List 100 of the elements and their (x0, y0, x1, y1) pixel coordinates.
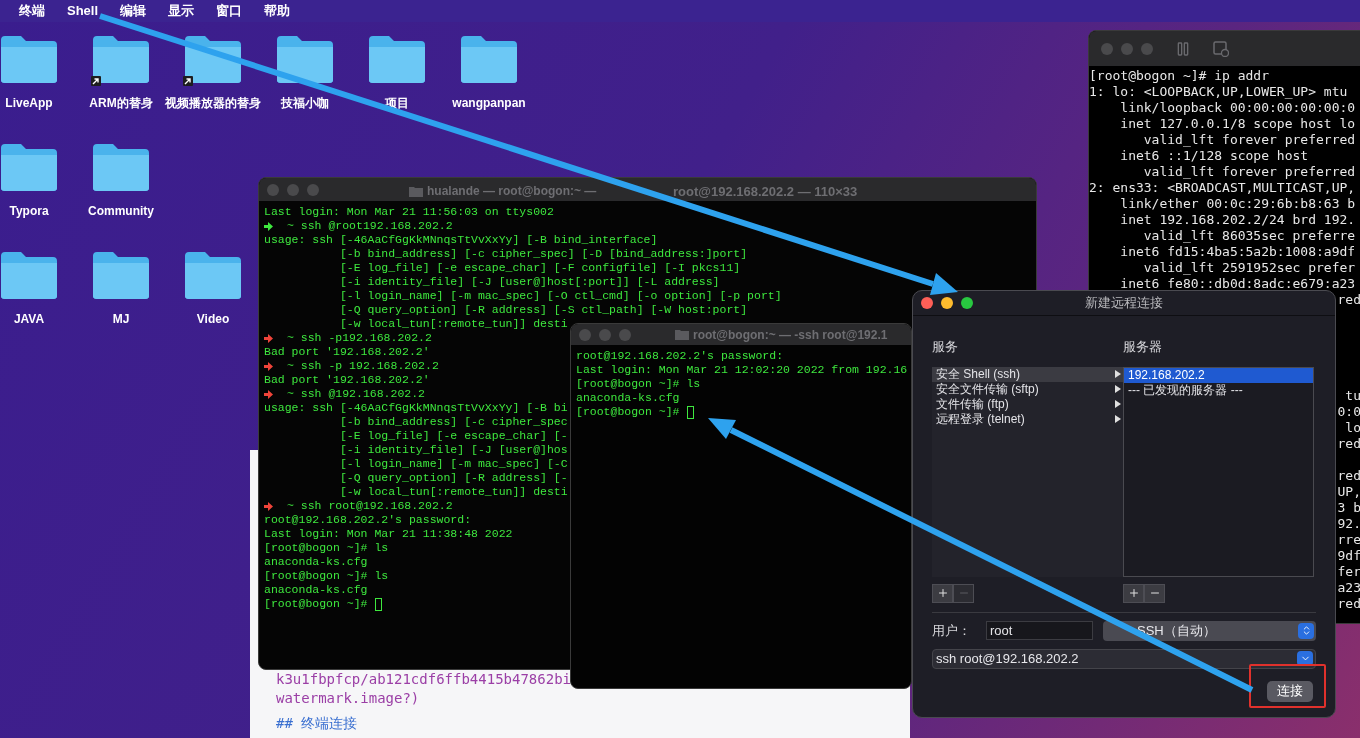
snapshot-icon[interactable] (1213, 40, 1229, 57)
folder-label: 视频播放器的替身 (165, 95, 261, 112)
console-line: 3 b (1337, 500, 1360, 516)
folder-label: Typora (9, 203, 49, 220)
folder-icon (409, 185, 423, 197)
pause-icon[interactable] (1175, 40, 1191, 57)
terminal-line: Last login: Mon Mar 21 12:02:20 2022 from 192.16 (576, 362, 908, 379)
menu-item[interactable]: 编辑 (120, 1, 147, 21)
console-line: inet6 fe80::db0d:8adc:e679:a23 (1119, 276, 1356, 292)
terminal-line: [-l login_name] [-m mac_spec] [-C (338, 456, 568, 473)
folder-icon (275, 34, 335, 84)
console-line: red (1337, 436, 1360, 452)
menu-item[interactable]: Shell (67, 1, 99, 21)
folder-label: wangpanpan (452, 95, 526, 112)
folder-label: MJ (112, 311, 130, 328)
dialog-title: 新建远程连接 (1084, 294, 1164, 313)
terminal-line: [root@bogon ~]# (576, 404, 680, 421)
terminal-line: ~ ssh @192.168.202.2 (287, 386, 426, 403)
console-line: a23 (1337, 580, 1360, 596)
console-line: inet6 fd15:4ba5:5a2b:1008:a9df (1119, 244, 1356, 260)
menu-item[interactable]: 帮助 (264, 1, 291, 21)
console-line: red (1337, 596, 1360, 612)
folder-icon (0, 34, 59, 84)
zoom-button[interactable] (961, 297, 973, 309)
desktop-folder[interactable]: JAVA (0, 250, 75, 346)
terminal-line: [root@bogon ~]# ls (576, 376, 701, 393)
folder-icon (0, 250, 59, 300)
folder-icon (91, 250, 151, 300)
terminal-line: Last login: Mon Mar 21 11:38:48 2022 (264, 526, 513, 543)
terminal-line: ~ ssh root@192.168.202.2 (287, 498, 453, 515)
folder-label: LiveApp (5, 95, 53, 112)
folder-label: Community (88, 203, 154, 220)
console-line: rre (1337, 532, 1360, 548)
folder-icon (183, 250, 243, 300)
terminal-line: [root@bogon ~]# ls (264, 568, 389, 585)
terminal-line: ~ ssh @root192.168.202.2 (287, 218, 453, 235)
terminal-line: usage: ssh [-46AaCfGgKkMNnqsTtVvXxYy] [-B bind_interface] (264, 232, 658, 249)
desktop-folder[interactable]: 视频播放器的替身 (167, 34, 259, 130)
terminal-line: usage: ssh [-46AaCfGgKkMNnqsTtVvXxYy] [-B bi (264, 400, 568, 417)
list-item[interactable]: 远程登录 (telnet) (932, 411, 1123, 427)
list-item[interactable]: 192.168.202.2 (1124, 367, 1313, 383)
console-line: fer (1337, 564, 1360, 580)
column-heading: 服务 (932, 338, 958, 356)
list-item[interactable]: --- 已发现的服务器 --- (1124, 382, 1313, 398)
console-line: valid_lft forever preferred (1142, 132, 1356, 148)
terminal-line: anaconda-ks.cfg (576, 390, 680, 407)
desktop-folder[interactable]: LiveApp (0, 34, 75, 130)
terminal-line: ~ ssh -p 192.168.202.2 (287, 358, 439, 375)
folder-icon (675, 329, 689, 340)
user-field[interactable]: root (986, 621, 1093, 640)
window-title: root@bogon:~ — -ssh root@192.1 (693, 326, 888, 344)
list-item[interactable]: 文件传输 (ftp) (932, 396, 1123, 412)
folder-label: ARM的替身 (89, 95, 153, 112)
terminal-line: [-i identity_file] [-J [user@]host[:port]] [-L address] (338, 274, 720, 291)
connect-button[interactable]: 连接 (1267, 680, 1313, 702)
terminal-line: ~ ssh -p192.168.202.2 (287, 330, 432, 347)
desktop-folder[interactable]: Video (167, 250, 259, 346)
close-button[interactable] (921, 297, 933, 309)
menu-item[interactable]: 窗口 (216, 1, 243, 21)
menu-item[interactable]: 终端 (19, 1, 45, 21)
folder-icon (459, 34, 519, 84)
desktop-folder[interactable]: Community (75, 142, 167, 238)
terminal-line: [-l login_name] [-m mac_spec] [-O ctl_cmd] [-o option] [-p port] (338, 288, 782, 305)
terminal-line: [-w local_tun[:remote_tun]] desti (338, 484, 568, 501)
terminal-line: [-Q query_option] [-R address] [-S ctl_path] [-W host:port] (338, 302, 748, 319)
folder-label: Video (196, 311, 230, 328)
terminal-line: [-Q query_option] [-R address] [- (338, 470, 568, 487)
plus-icon (1127, 587, 1140, 599)
console-line: red (1337, 468, 1360, 484)
console-line: inet6 ::1/128 scope host (1119, 148, 1309, 164)
minimize-button[interactable] (941, 297, 953, 309)
folder-label: 技福小咖 (281, 95, 329, 112)
column-heading: 服务器 (1123, 338, 1162, 356)
console-line: red (1337, 292, 1360, 308)
command-combobox[interactable]: ssh root@192.168.202.2 (932, 648, 1316, 669)
document-line: ## 终端连接 (276, 714, 359, 733)
terminal-line: root@192.168.202.2's password: (576, 348, 784, 365)
folder-icon (367, 34, 427, 84)
desktop-folder[interactable]: MJ (75, 250, 167, 346)
console-line: inet 192.168.202.2/24 brd 192. (1119, 212, 1356, 228)
terminal-line: [-E log_file] [-e escape_char] [-F configfile] [-I pkcs11] (338, 260, 741, 277)
terminal-line: Last login: Mon Mar 21 11:56:03 on ttys002 (264, 204, 554, 221)
console-line: valid_lft 2591952sec prefer (1142, 260, 1356, 276)
menu-item[interactable]: 显示 (168, 1, 195, 21)
console-line: 92. (1337, 516, 1360, 532)
folder-icon (91, 142, 151, 192)
folder-label: JAVA (13, 311, 45, 328)
console-line: link/ether 00:0c:29:6b:b8:63 b (1119, 196, 1356, 212)
terminal-line: Bad port '192.168.202.2' (264, 344, 430, 361)
list-item[interactable]: 安全文件传输 (sftp) (932, 381, 1123, 397)
document-line: watermark.image?) (276, 689, 421, 708)
remove-button[interactable] (1144, 583, 1165, 603)
add-button[interactable] (932, 583, 953, 603)
list-item[interactable]: 安全 Shell (ssh) (932, 366, 1123, 382)
desktop-folder[interactable]: Typora (0, 142, 75, 238)
plus-icon (936, 587, 949, 599)
terminal-line: anaconda-ks.cfg (264, 554, 368, 571)
terminal-line: [-i identity_file] [-J [user@]hos (338, 442, 568, 459)
desktop-folder[interactable]: wangpanpan (443, 34, 535, 130)
add-button[interactable] (1123, 583, 1144, 603)
